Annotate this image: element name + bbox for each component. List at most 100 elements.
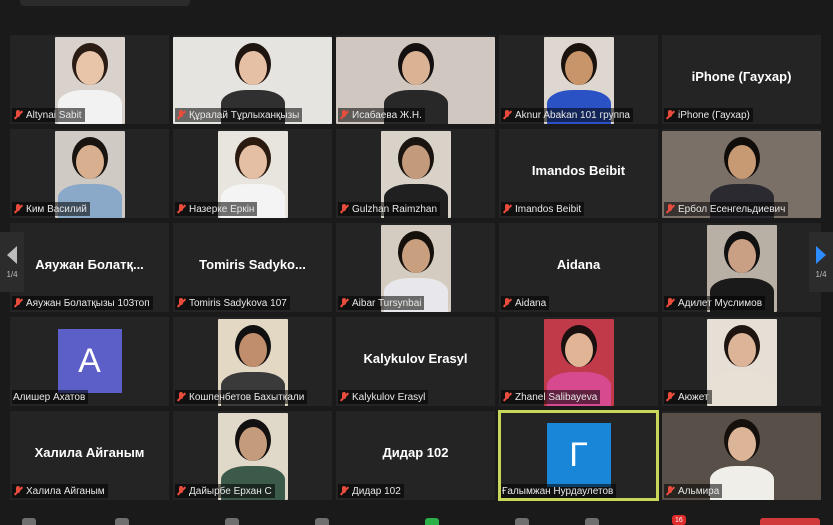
- participant-face: [238, 51, 267, 85]
- participant-name: Imandos Beibit: [515, 203, 582, 215]
- participant-name-label: Zhanel Salibayeva: [501, 390, 601, 404]
- participant-name-label: Kalykulov Erasyl: [338, 390, 429, 404]
- participant-tile[interactable]: Aknur Abakan 101 группа: [499, 35, 658, 124]
- security-icon[interactable]: [225, 518, 239, 525]
- previous-page-button[interactable]: 1/4: [0, 232, 24, 292]
- participant-name-label: Дидар 102: [338, 484, 404, 498]
- participant-tile[interactable]: Дайырбе Ерхан С: [173, 411, 332, 500]
- mic-muted-icon: [13, 204, 23, 214]
- participant-name: Назерке Еркін: [189, 203, 255, 215]
- participant-tile[interactable]: Кошпенбетов Бахыткали: [173, 317, 332, 406]
- participant-name-label: Gulzhan Raimzhan: [338, 202, 441, 216]
- participant-face: [239, 333, 267, 367]
- participant-name-label: Адилет Муслимов: [664, 296, 766, 310]
- participant-display-name: Аяужан Болатқ...: [35, 257, 144, 272]
- participant-name-label: Ғалымжан Нурдаулетов: [501, 484, 617, 498]
- page-indicator-right: 1/4: [815, 269, 827, 279]
- chat-badge[interactable]: 16: [672, 515, 686, 525]
- participant-name-label: Ербол Есенгельдиевич: [664, 202, 789, 216]
- participant-face: [76, 145, 104, 179]
- participant-face: [728, 333, 756, 367]
- mute-icon[interactable]: [22, 518, 36, 525]
- participant-tile[interactable]: Исабаева Ж.Н.: [336, 35, 495, 124]
- mic-muted-icon: [339, 110, 349, 120]
- participant-name: Altynai Sabit: [26, 109, 82, 121]
- top-bar-handle: [20, 0, 190, 6]
- participant-face: [402, 145, 430, 179]
- participant-name: Дидар 102: [352, 485, 401, 497]
- participant-name: Aidana: [515, 297, 547, 309]
- mic-muted-icon: [339, 298, 349, 308]
- participant-tile[interactable]: Tomiris Sadyko... Tomiris Sadykova 107: [173, 223, 332, 312]
- participant-name-label: Ким Василий: [12, 202, 90, 216]
- participant-tile[interactable]: Құралай Тұрлыханқызы: [173, 35, 332, 124]
- participant-display-name: Tomiris Sadyko...: [199, 257, 306, 272]
- end-meeting-button[interactable]: [760, 518, 820, 525]
- mic-muted-icon: [176, 204, 186, 214]
- participant-name: Дайырбе Ерхан С: [189, 485, 272, 497]
- participant-display-name: Aidana: [556, 257, 601, 272]
- participant-display-name: iPhone (Гаухар): [691, 69, 792, 84]
- participant-tile[interactable]: Халила Айганым Халила Айганым: [10, 411, 169, 500]
- participant-name-label: Құралай Тұрлыханқызы: [175, 108, 303, 122]
- participant-tile[interactable]: Aidana Aidana: [499, 223, 658, 312]
- participant-name-label: Tomiris Sadykova 107: [175, 296, 290, 310]
- participant-tile[interactable]: Дидар 102 Дидар 102: [336, 411, 495, 500]
- participant-face: [727, 427, 756, 461]
- participant-tile[interactable]: Назерке Еркін: [173, 129, 332, 218]
- participant-name: Құралай Тұрлыханқызы: [189, 109, 300, 121]
- participant-tile[interactable]: A Алишер Ахатов: [10, 317, 169, 406]
- participant-tile[interactable]: Г Ғалымжан Нурдаулетов: [498, 410, 659, 501]
- participant-name-label: Аюжет: [664, 390, 712, 404]
- arrow-left-icon: [7, 245, 17, 264]
- participant-tile[interactable]: Аяужан Болатқ... Аяужан Болатқызы 103топ: [10, 223, 169, 312]
- reactions-icon[interactable]: [585, 518, 599, 525]
- participant-name-label: Альмира: [664, 484, 723, 498]
- participant-tile[interactable]: Kalykulov Erasyl Kalykulov Erasyl: [336, 317, 495, 406]
- next-page-button[interactable]: 1/4: [809, 232, 833, 292]
- participant-tile[interactable]: Адилет Муслимов: [662, 223, 821, 312]
- participant-face: [76, 51, 104, 85]
- participant-avatar: A: [57, 329, 122, 393]
- participant-name-label: Алишер Ахатов: [12, 390, 89, 404]
- participant-name-label: Altynai Sabit: [12, 108, 85, 122]
- participant-tile[interactable]: Ким Василий: [10, 129, 169, 218]
- participant-name: Исабаева Ж.Н.: [352, 109, 422, 121]
- share-screen-icon[interactable]: [425, 518, 439, 525]
- participant-face: [565, 333, 593, 367]
- participants-icon[interactable]: [315, 518, 329, 525]
- participant-name: Ғалымжан Нурдаулетов: [502, 485, 614, 497]
- participant-name: Kalykulov Erasyl: [352, 391, 426, 403]
- participant-tile[interactable]: Zhanel Salibayeva: [499, 317, 658, 406]
- participant-tile[interactable]: Альмира: [662, 411, 821, 500]
- page-indicator-left: 1/4: [6, 269, 18, 279]
- mic-muted-icon: [339, 204, 349, 214]
- participant-name: Аюжет: [678, 391, 709, 403]
- mic-muted-icon: [502, 204, 512, 214]
- participant-name-label: iPhone (Гаухар): [664, 108, 753, 122]
- participant-tile[interactable]: Altynai Sabit: [10, 35, 169, 124]
- top-bar: [0, 0, 833, 28]
- participant-name: Алишер Ахатов: [13, 391, 86, 403]
- mic-muted-icon: [176, 110, 186, 120]
- participant-tile[interactable]: Imandos Beibit Imandos Beibit: [499, 129, 658, 218]
- participant-name-label: Дайырбе Ерхан С: [175, 484, 275, 498]
- participant-tile[interactable]: Aibar Tursynbai: [336, 223, 495, 312]
- mic-muted-icon: [502, 298, 512, 308]
- participant-face: [728, 239, 756, 273]
- participant-name: Aibar Tursynbai: [352, 297, 422, 309]
- participant-name: Ербол Есенгельдиевич: [678, 203, 786, 215]
- participant-name-label: Аяужан Болатқызы 103топ: [12, 296, 153, 310]
- meeting-toolbar: 16: [0, 512, 833, 525]
- video-icon[interactable]: [115, 518, 129, 525]
- participant-tile[interactable]: iPhone (Гаухар) iPhone (Гаухар): [662, 35, 821, 124]
- participant-tile[interactable]: Ербол Есенгельдиевич: [662, 129, 821, 218]
- participant-name: Ким Василий: [26, 203, 87, 215]
- participant-name-label: Aknur Abakan 101 группа: [501, 108, 633, 122]
- participant-tile[interactable]: Аюжет: [662, 317, 821, 406]
- participant-name: Aknur Abakan 101 группа: [515, 109, 630, 121]
- participant-name: Кошпенбетов Бахыткали: [189, 391, 305, 403]
- participant-tile[interactable]: Gulzhan Raimzhan: [336, 129, 495, 218]
- participant-name-label: Халила Айганым: [12, 484, 108, 498]
- record-icon[interactable]: [515, 518, 529, 525]
